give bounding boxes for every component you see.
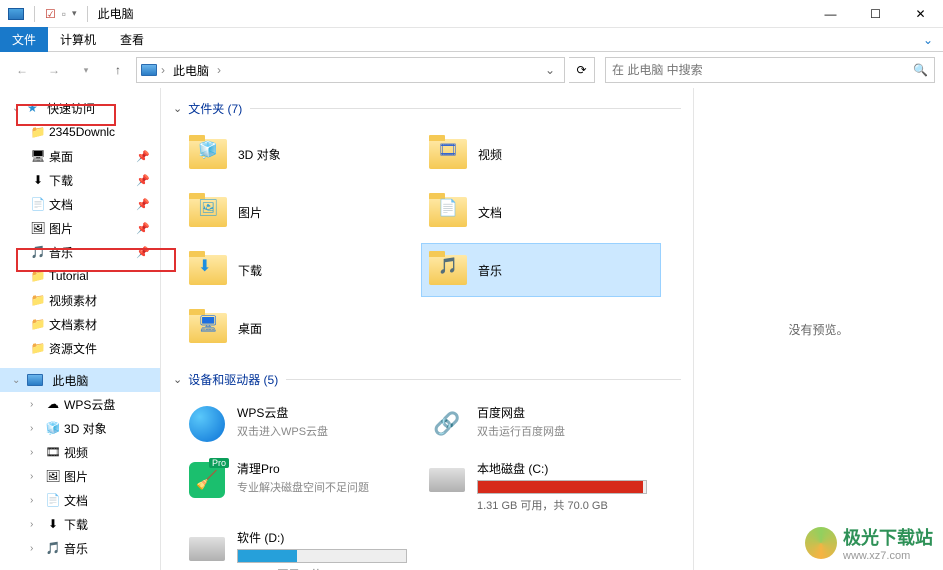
recent-dropdown[interactable]: ▾ bbox=[72, 56, 100, 84]
ribbon: 文件 计算机 查看 ⌄ bbox=[0, 28, 943, 52]
folder-item-3[interactable]: 📄 文档 bbox=[421, 185, 661, 239]
sidebar[interactable]: ⌄★ 快速访问📁2345Downlc🖥桌面📌⬇下载📌📄文档📌🖼图片📌🎵音乐📌📁T… bbox=[0, 88, 160, 570]
sidebar-qa-item-0[interactable]: 📁2345Downlc bbox=[0, 120, 160, 144]
tab-file[interactable]: 文件 bbox=[0, 27, 48, 52]
address-dropdown-icon[interactable]: ⌄ bbox=[540, 63, 560, 77]
titlebar: ☑ ▫ ▾ 此电脑 — ☐ ✕ bbox=[0, 0, 943, 28]
sidebar-this-pc[interactable]: ⌄ 此电脑 bbox=[0, 368, 160, 392]
pc-icon bbox=[141, 64, 157, 76]
breadcrumb[interactable]: 此电脑 bbox=[169, 62, 213, 79]
search-input[interactable] bbox=[612, 63, 913, 77]
up-button[interactable]: ↑ bbox=[104, 56, 132, 84]
watermark-name: 极光下载站 bbox=[843, 524, 933, 550]
sidebar-pc-item-1[interactable]: ›🧊3D 对象 bbox=[0, 416, 160, 440]
tab-view[interactable]: 查看 bbox=[108, 27, 156, 52]
watermark-url: www.xz7.com bbox=[843, 550, 933, 562]
ribbon-expand-icon[interactable]: ⌄ bbox=[923, 33, 943, 47]
folder-item-4[interactable]: ⬇ 下载 bbox=[181, 243, 421, 297]
address-box[interactable]: › 此电脑 › ⌄ bbox=[136, 57, 565, 83]
sidebar-qa-item-4[interactable]: 🖼图片📌 bbox=[0, 216, 160, 240]
qat-dropdown-icon[interactable]: ▾ bbox=[72, 8, 77, 19]
drive-item-4[interactable]: 软件 (D:) 109 GB 可用，共 168 GB bbox=[181, 523, 421, 570]
close-button[interactable]: ✕ bbox=[898, 0, 943, 28]
sidebar-qa-item-5[interactable]: 🎵音乐📌 bbox=[0, 240, 160, 264]
section-folders[interactable]: ⌄文件夹 (7) bbox=[173, 96, 681, 121]
sidebar-pc-item-5[interactable]: ›⬇下载 bbox=[0, 512, 160, 536]
sidebar-qa-item-6[interactable]: 📁Tutorial bbox=[0, 264, 160, 288]
drive-item-2[interactable]: 🧹Pro 清理Pro 专业解决磁盘空间不足问题 bbox=[181, 454, 421, 519]
app-icon bbox=[8, 8, 24, 20]
sidebar-pc-item-2[interactable]: ›🎞视频 bbox=[0, 440, 160, 464]
folder-item-5[interactable]: 🎵 音乐 bbox=[421, 243, 661, 297]
folder-item-1[interactable]: 🎞 视频 bbox=[421, 127, 661, 181]
sidebar-pc-item-0[interactable]: ›☁WPS云盘 bbox=[0, 392, 160, 416]
folder-item-2[interactable]: 🖼 图片 bbox=[181, 185, 421, 239]
watermark-logo-icon bbox=[805, 527, 837, 559]
sidebar-qa-item-1[interactable]: 🖥桌面📌 bbox=[0, 144, 160, 168]
folder-item-6[interactable]: 🖥 桌面 bbox=[181, 301, 421, 355]
qat-checkbox-icon[interactable]: ☑ bbox=[45, 7, 56, 21]
sidebar-pc-item-3[interactable]: ›🖼图片 bbox=[0, 464, 160, 488]
sidebar-qa-item-8[interactable]: 📁文档素材 bbox=[0, 312, 160, 336]
drive-item-3[interactable]: 本地磁盘 (C:) 1.31 GB 可用，共 70.0 GB bbox=[421, 454, 661, 519]
window-title: 此电脑 bbox=[98, 5, 134, 22]
tab-computer[interactable]: 计算机 bbox=[48, 27, 108, 52]
sidebar-pc-item-4[interactable]: ›📄文档 bbox=[0, 488, 160, 512]
sidebar-qa-item-7[interactable]: 📁视频素材 bbox=[0, 288, 160, 312]
sidebar-qa-item-9[interactable]: 📁资源文件 bbox=[0, 336, 160, 360]
watermark: 极光下载站 www.xz7.com bbox=[805, 524, 933, 562]
sidebar-qa-item-3[interactable]: 📄文档📌 bbox=[0, 192, 160, 216]
minimize-button[interactable]: — bbox=[808, 0, 853, 28]
drive-item-1[interactable]: 🔗 百度网盘 双击运行百度网盘 bbox=[421, 398, 661, 450]
sidebar-pc-item-6[interactable]: ›🎵音乐 bbox=[0, 536, 160, 560]
search-box[interactable]: 🔍 bbox=[605, 57, 935, 83]
drive-item-0[interactable]: WPS云盘 双击进入WPS云盘 bbox=[181, 398, 421, 450]
items-pane[interactable]: ⌄文件夹 (7) 🧊 3D 对象 🎞 视频 🖼 图片 📄 文档 ⬇ 下载 🎵 音… bbox=[161, 88, 693, 570]
maximize-button[interactable]: ☐ bbox=[853, 0, 898, 28]
sidebar-quick-access[interactable]: ⌄★ 快速访问 bbox=[0, 96, 160, 120]
section-drives[interactable]: ⌄设备和驱动器 (5) bbox=[173, 367, 681, 392]
forward-button[interactable]: → bbox=[40, 56, 68, 84]
back-button[interactable]: ← bbox=[8, 56, 36, 84]
address-bar: ← → ▾ ↑ › 此电脑 › ⌄ ⟳ 🔍 bbox=[0, 52, 943, 88]
sidebar-qa-item-2[interactable]: ⬇下载📌 bbox=[0, 168, 160, 192]
preview-text: 没有预览。 bbox=[788, 321, 848, 338]
qat-item-icon[interactable]: ▫ bbox=[62, 7, 66, 21]
search-icon[interactable]: 🔍 bbox=[913, 63, 928, 77]
preview-pane: 没有预览。 bbox=[693, 88, 943, 570]
folder-item-0[interactable]: 🧊 3D 对象 bbox=[181, 127, 421, 181]
refresh-button[interactable]: ⟳ bbox=[569, 57, 595, 83]
